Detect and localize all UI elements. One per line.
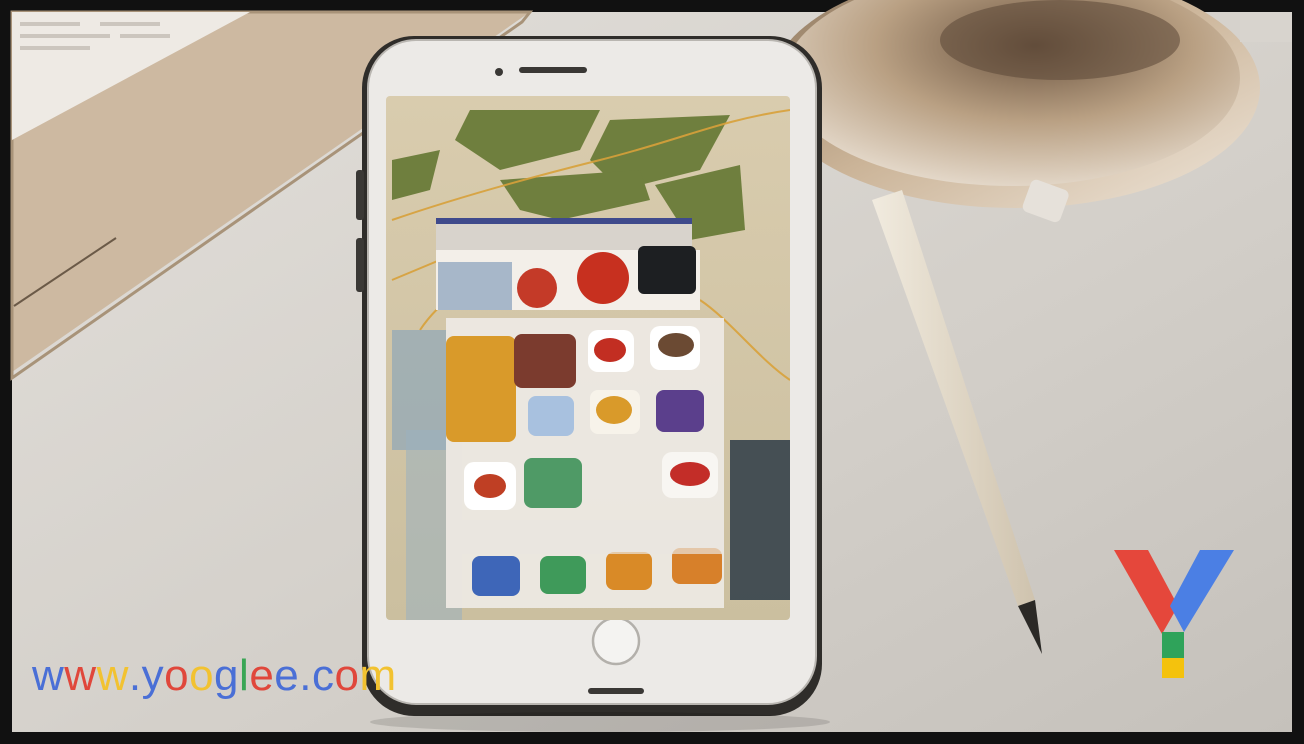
watermark-logo-icon [1114,550,1234,678]
watermark-char: e [274,651,300,700]
watermark-char: m [359,651,397,700]
watermark-char: w [96,651,129,700]
watermark-char: g [214,651,240,700]
scene-illustration [0,0,1304,744]
app-icon [446,336,516,442]
watermark-char: . [128,651,142,700]
watermark-char: o [334,651,360,700]
watermark-char: y [141,651,165,700]
watermark-url: www.yooglee.com [32,654,397,698]
watermark-char: c [312,651,335,700]
watermark-char: o [164,651,190,700]
photo-scene: www.yooglee.com [0,0,1304,744]
phone-screen [386,96,790,620]
watermark-char: o [189,651,215,700]
watermark-char: w [32,651,65,700]
app-icon [514,334,576,388]
watermark-char: e [249,651,275,700]
watermark-char: l [239,651,250,700]
watermark-char: w [64,651,97,700]
watermark-char: . [299,651,313,700]
